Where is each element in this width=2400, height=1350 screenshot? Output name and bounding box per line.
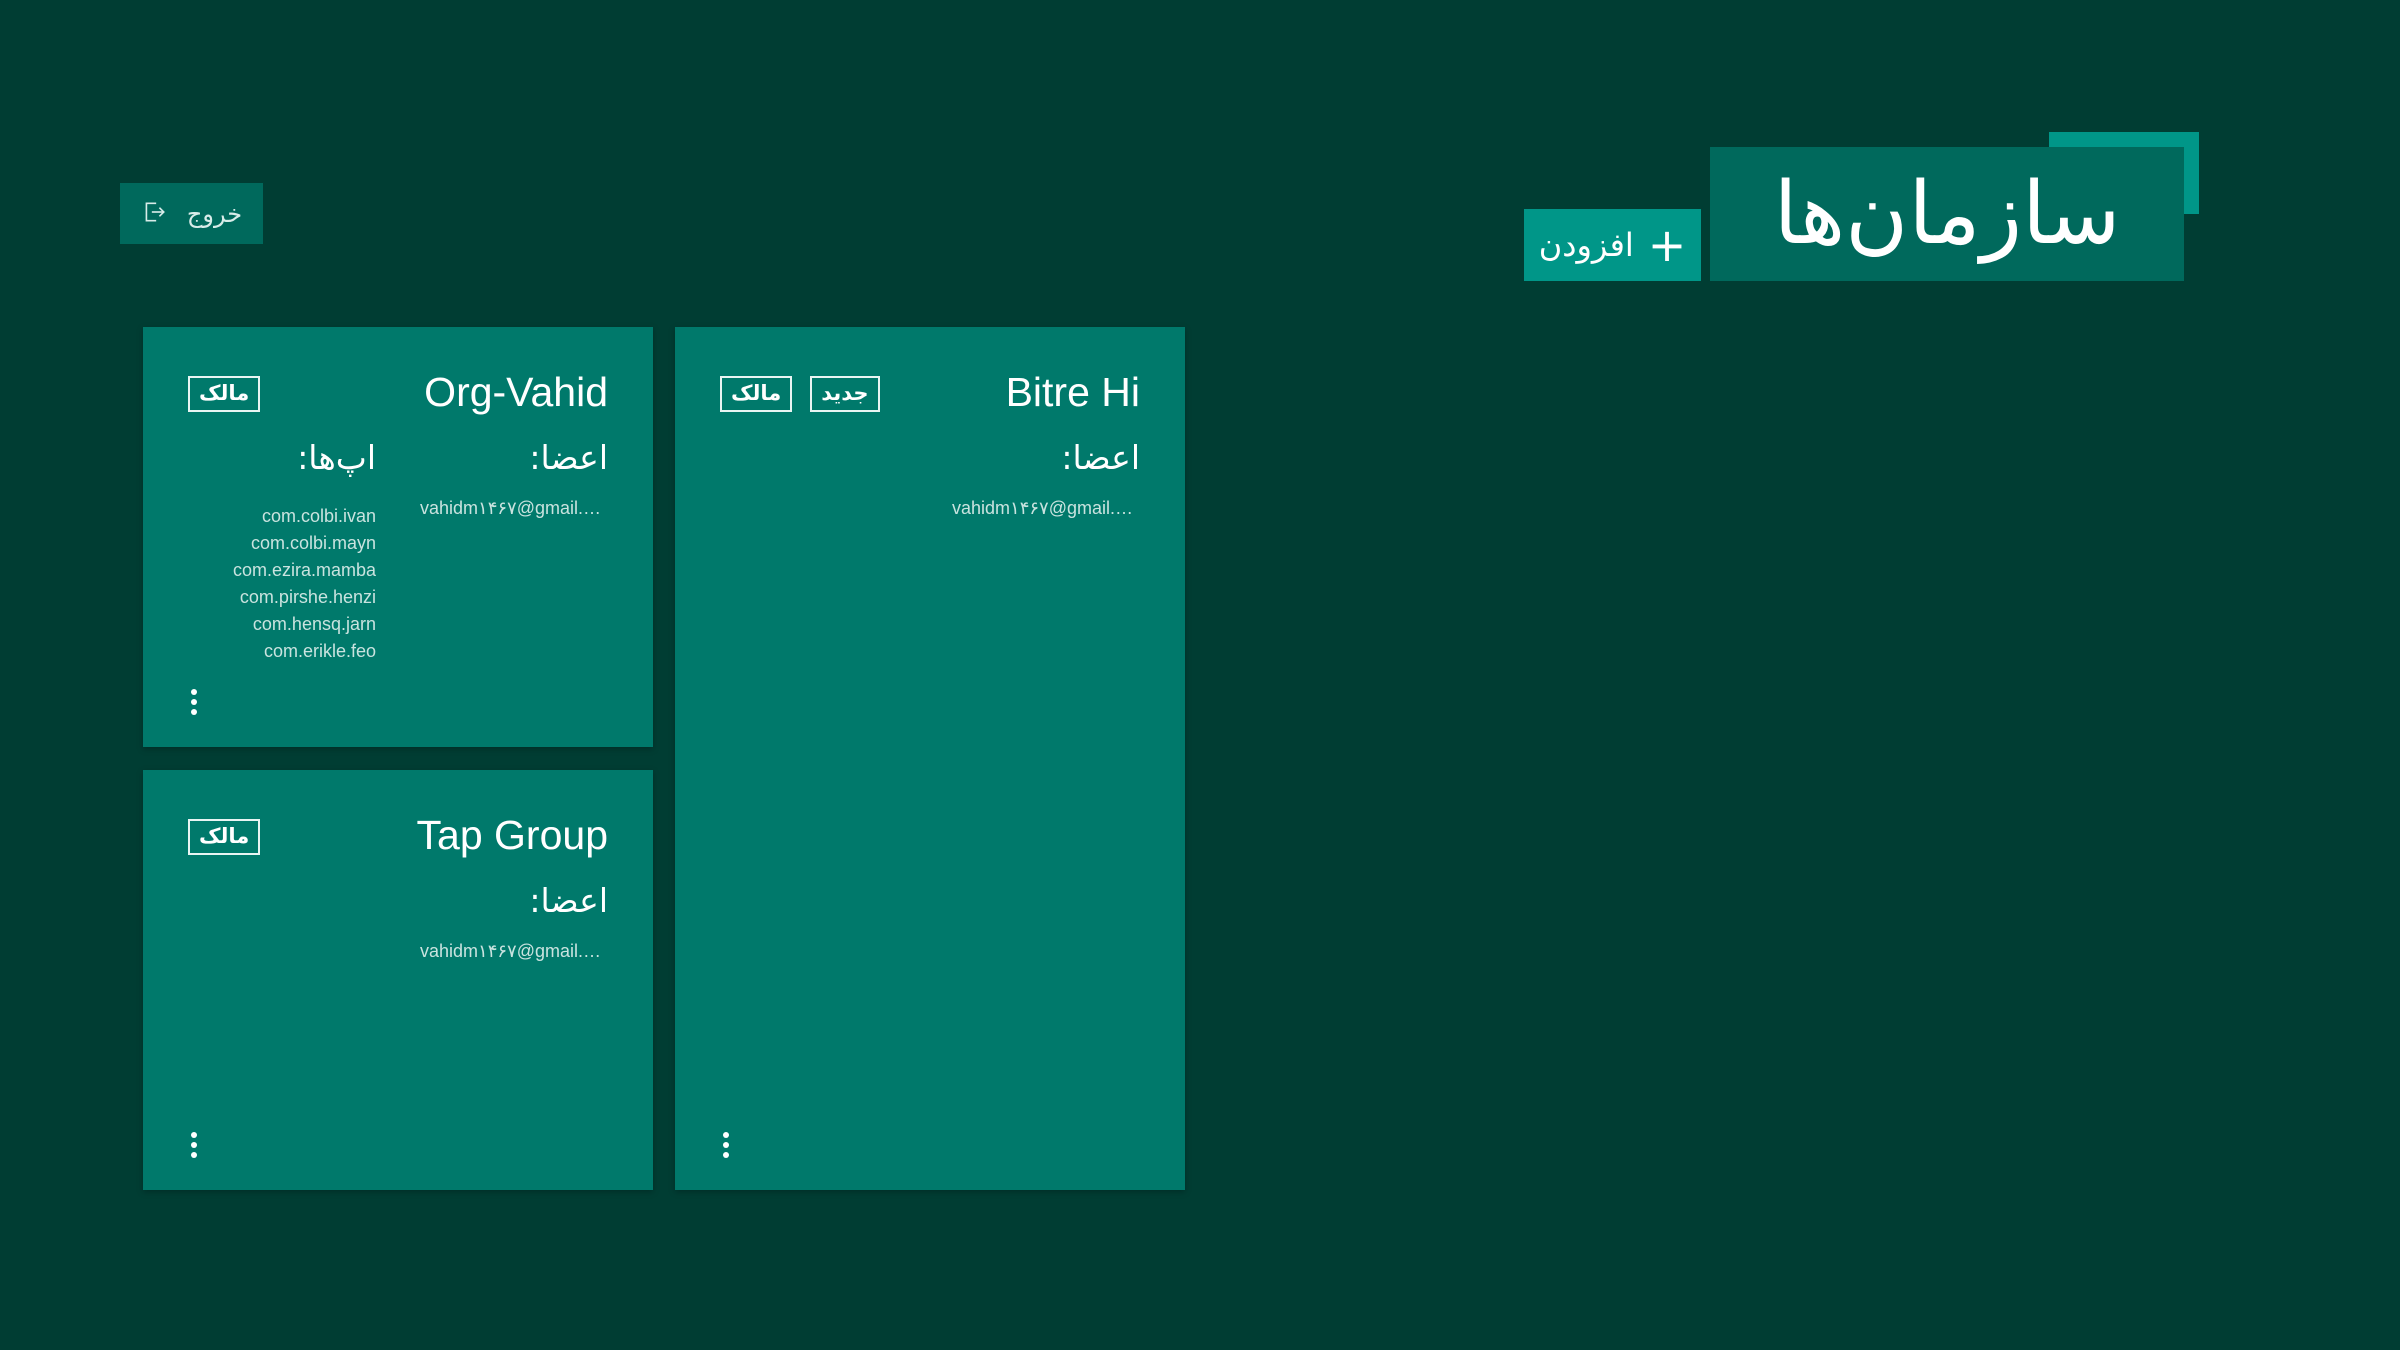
badge-list: مالک جدید <box>720 376 880 413</box>
badge-list: مالک <box>188 819 261 856</box>
members-heading: اعضا: <box>1061 438 1140 477</box>
org-card-tap-group[interactable]: Tap Group مالک اعضا: vahidm۱۴۶۷@gmail.… <box>143 770 653 1190</box>
apps-heading: اپ‌ها: <box>297 438 376 477</box>
app-item: com.hensq.jarn <box>252 614 376 634</box>
org-name: Org-Vahid <box>424 369 608 415</box>
member-email: vahidm۱۴۶۷@gmail.… <box>952 498 1133 518</box>
app-item: com.colbi.ivan <box>261 506 376 526</box>
page-title-box: سازمان‌ها <box>1710 147 2184 281</box>
members-heading: اعضا: <box>529 438 608 477</box>
badge-list: مالک <box>188 376 261 413</box>
owner-badge: مالک <box>188 819 261 856</box>
plus-icon: + <box>1647 218 1687 272</box>
app-item: com.erikle.feo <box>263 641 376 661</box>
logout-label: خروج <box>186 199 243 228</box>
logout-icon <box>141 199 167 229</box>
new-badge: جدید <box>810 376 880 413</box>
org-name: Tap Group <box>416 812 608 858</box>
add-label: افزودن <box>1538 226 1634 264</box>
more-options-icon[interactable] <box>184 1132 204 1158</box>
add-organization-button[interactable]: + افزودن <box>1524 209 1701 281</box>
org-card-bitre-hi[interactable]: Bitre Hi مالک جدید اعضا: vahidm۱۴۶۷@gmai… <box>675 327 1185 1190</box>
members-heading: اعضا: <box>529 881 608 920</box>
app-item: com.ezira.mamba <box>232 560 376 580</box>
owner-badge: مالک <box>720 376 793 413</box>
member-email: vahidm۱۴۶۷@gmail.… <box>420 498 601 518</box>
more-options-icon[interactable] <box>184 689 204 715</box>
more-options-icon[interactable] <box>716 1132 736 1158</box>
app-item: com.pirshe.henzi <box>239 587 376 607</box>
owner-badge: مالک <box>188 376 261 413</box>
app-item: com.colbi.mayn <box>250 533 376 553</box>
member-email: vahidm۱۴۶۷@gmail.… <box>420 941 601 961</box>
org-name: Bitre Hi <box>1005 369 1140 415</box>
org-card-org-vahid[interactable]: Org-Vahid مالک اعضا: اپ‌ها: vahidm۱۴۶۷@g… <box>143 327 653 747</box>
logout-button[interactable]: خروج <box>120 183 263 244</box>
app-list: com.colbi.ivan com.colbi.mayn com.ezira.… <box>233 503 376 665</box>
page-title: سازمان‌ها <box>1773 164 2121 264</box>
